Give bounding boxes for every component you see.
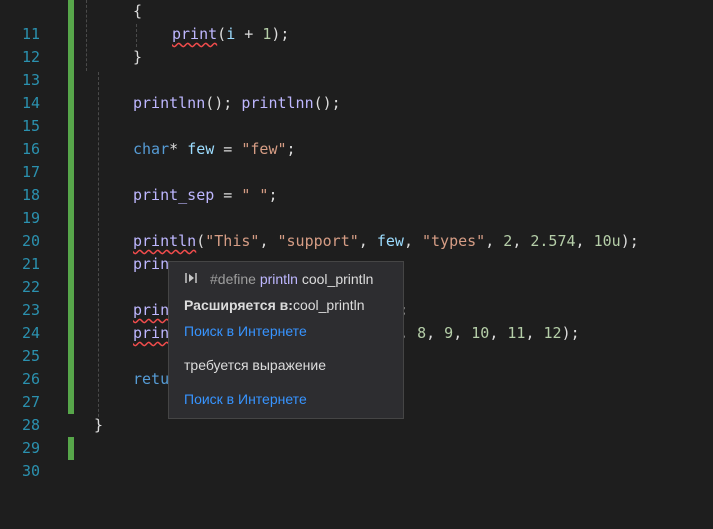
code-text: char* few = "few"; — [133, 140, 296, 158]
change-marker — [68, 184, 74, 207]
change-marker — [68, 161, 74, 184]
code-editor[interactable]: 11 { 12 print(i + 1); 13 } 14 15 println… — [0, 0, 713, 480]
change-marker — [68, 230, 74, 253]
change-marker — [68, 322, 74, 345]
change-marker — [68, 23, 74, 46]
error-message: требуется выражение — [184, 357, 326, 373]
code-line[interactable]: 19 print_sep = " "; — [0, 184, 713, 227]
code-line[interactable]: 14 — [0, 69, 713, 112]
change-marker — [68, 46, 74, 69]
code-text: printlnn(); printlnn(); — [133, 94, 341, 112]
code-text: } — [94, 416, 104, 434]
code-text: } — [133, 48, 143, 66]
code-text-tail: , 8, 9, 10, 11, 12); — [399, 324, 580, 342]
code-text: prin — [133, 301, 170, 319]
code-line[interactable]: 20 — [0, 207, 713, 250]
code-text: prin — [133, 324, 170, 342]
code-text: prin — [133, 255, 170, 273]
code-text: retu — [133, 370, 170, 388]
code-text: print_sep = " "; — [133, 186, 278, 204]
quick-info-tooltip: #define println cool_println Расширяется… — [168, 261, 404, 419]
change-marker — [68, 115, 74, 138]
change-marker — [68, 253, 74, 276]
code-line[interactable]: 13 } — [0, 46, 713, 89]
expand-macro-icon[interactable] — [184, 271, 198, 285]
change-marker — [68, 345, 74, 368]
change-marker — [68, 437, 74, 460]
code-line[interactable]: 16 — [0, 115, 713, 158]
web-search-link[interactable]: Поиск в Интернете — [184, 323, 307, 339]
code-line[interactable]: 17 char* few = "few"; — [0, 138, 713, 181]
code-text: println("This", "support", few, "types",… — [133, 232, 639, 250]
code-line[interactable]: 18 — [0, 161, 713, 204]
macro-expansion: Расширяется в:cool_println — [184, 297, 365, 313]
change-marker — [68, 0, 74, 23]
code-line[interactable]: 11 { — [0, 0, 713, 43]
web-search-link[interactable]: Поиск в Интернете — [184, 391, 307, 407]
code-text: print(i + 1); — [172, 25, 290, 43]
macro-definition: #define println cool_println — [210, 271, 374, 287]
code-line[interactable]: 30 — [0, 437, 713, 480]
change-marker — [68, 299, 74, 322]
line-number: 30 — [21, 462, 40, 480]
change-marker — [68, 92, 74, 115]
change-marker — [68, 391, 74, 414]
change-marker — [68, 207, 74, 230]
code-text: { — [133, 2, 143, 20]
change-marker — [68, 368, 74, 391]
code-line[interactable]: 12 print(i + 1); — [0, 23, 713, 66]
code-line[interactable]: 21 println("This", "support", few, "type… — [0, 230, 713, 273]
code-line[interactable]: 15 printlnn(); printlnn(); — [0, 92, 713, 135]
change-marker — [68, 276, 74, 299]
change-marker — [68, 69, 74, 92]
change-marker — [68, 138, 74, 161]
